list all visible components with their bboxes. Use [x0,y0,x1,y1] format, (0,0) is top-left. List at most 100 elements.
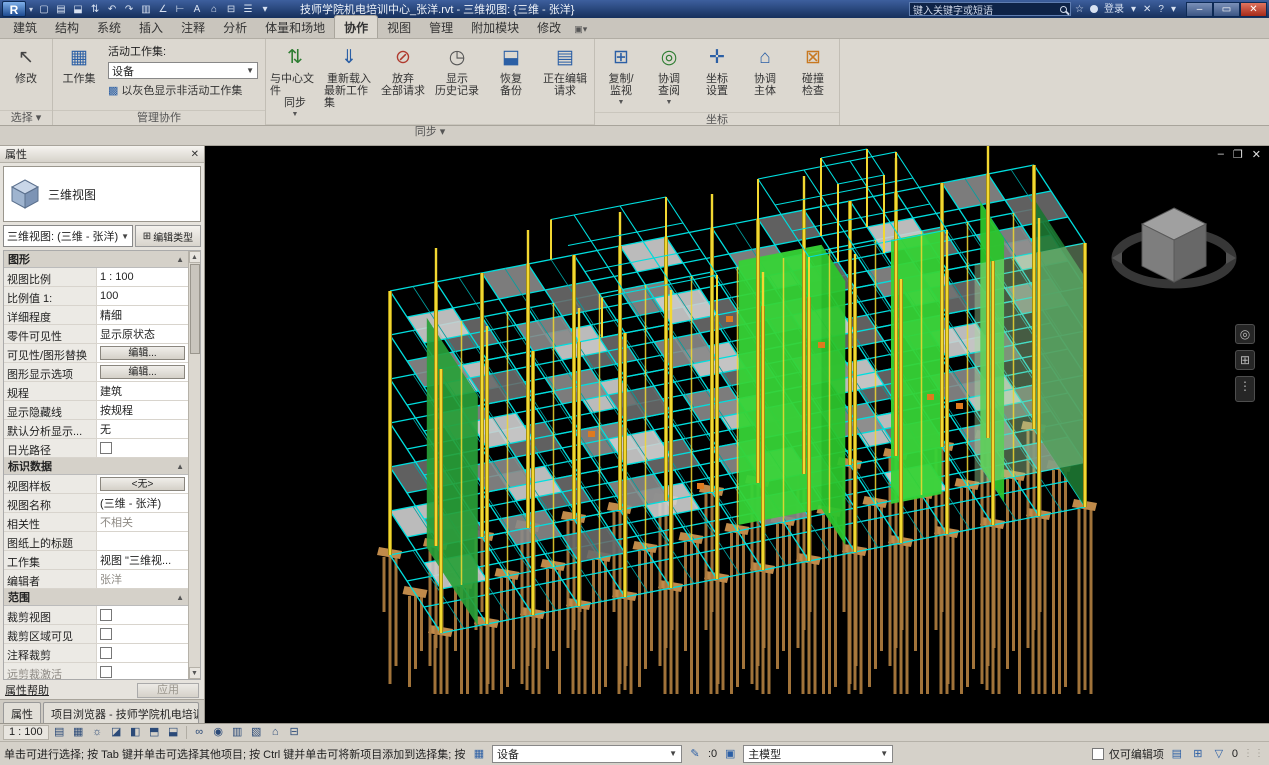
property-value[interactable] [96,439,188,457]
view-minimize-icon[interactable]: – [1218,148,1224,161]
undo-icon[interactable]: ↶ [104,2,120,17]
panel-label-select[interactable]: 选择 ▾ [0,110,52,125]
steering-wheel-icon[interactable]: ◎ [1235,324,1255,344]
close-icon[interactable]: ✕ [191,149,199,160]
properties-section-header[interactable]: 图形▲ [4,251,188,268]
gray-inactive-worksets-toggle[interactable]: ▩ 以灰色显示非活动工作集 [108,82,258,98]
property-value[interactable]: <无> [96,475,188,493]
scroll-up-icon[interactable]: ▲ [189,251,201,263]
crop-view-icon[interactable]: ⬒ [146,725,163,740]
constraints-icon[interactable]: ⊟ [286,725,303,740]
property-checkbox[interactable] [100,609,112,621]
revit-logo[interactable]: R [2,1,26,17]
edit-type-button[interactable]: ⊞ 编辑类型 [135,225,201,247]
analytical-model-icon[interactable]: ⌂ [267,725,284,740]
detail-level-icon[interactable]: ▤ [51,725,68,740]
scroll-down-icon[interactable]: ▼ [189,667,201,679]
select-toggle-icon[interactable]: ⊞ [1190,747,1206,760]
new-icon[interactable]: ▢ [36,2,52,17]
properties-scrollbar[interactable]: ▲ ▼ [188,251,200,679]
property-value[interactable]: 视图 "三维视... [96,551,188,569]
thin-lines-icon[interactable]: ☰ [240,2,256,17]
tab-project-browser[interactable]: 项目浏览器 - 技师学院机电培训... [43,702,199,723]
editing-requests-icon[interactable]: ✎ [687,747,703,760]
save-icon[interactable]: ⬓ [70,2,86,17]
sun-path-icon[interactable]: ☼ [89,725,106,740]
view-scale-button[interactable]: 1 : 100 [3,725,49,740]
property-checkbox[interactable] [100,666,112,678]
editable-only-checkbox[interactable] [1092,748,1104,760]
property-edit-button[interactable]: <无> [100,477,185,491]
section-icon[interactable]: ⊟ [223,2,239,17]
tab-addins[interactable]: 附加模块 [462,16,528,38]
release-worksets-icon[interactable]: ▤ [1169,747,1185,760]
print-icon[interactable]: ▥ [138,2,154,17]
property-value[interactable] [96,606,188,624]
navbar-options-icon[interactable]: ⋮ [1235,376,1255,402]
worksets-button[interactable]: ▦ 工作集 [56,41,102,108]
infocenter-search-input[interactable]: 键入关键字或短语 [909,2,1071,16]
tab-annotate[interactable]: 注释 [172,16,214,38]
scrollbar-thumb[interactable] [190,264,200,354]
rendering-icon[interactable]: ◧ [127,725,144,740]
coordination-review-button[interactable]: ◎ 协调 查阅 ▼ [646,41,692,110]
apply-button[interactable]: 应用 [137,683,199,698]
type-selector[interactable]: 三维视图 [3,166,201,222]
active-workset-dropdown[interactable]: 设备 ▼ [492,745,682,763]
tab-insert[interactable]: 插入 [130,16,172,38]
search-icon[interactable] [1060,6,1067,13]
temporary-view-properties-icon[interactable]: ▧ [248,725,265,740]
view-close-icon[interactable]: ✕ [1252,148,1261,161]
property-value[interactable] [96,663,188,680]
sync-to-central-button[interactable]: ⇅ 与中心文件 同步 ▼ [269,41,321,122]
active-workset-select[interactable]: 设备 ▼ [108,62,258,79]
tab-analyze[interactable]: 分析 [214,16,256,38]
properties-header[interactable]: 属性 ✕ [0,146,204,163]
measure-icon[interactable]: ∠ [155,2,171,17]
worksharing-display-icon[interactable]: ▥ [229,725,246,740]
redo-icon[interactable]: ↷ [121,2,137,17]
sign-in-arrow-icon[interactable]: ▾ [1128,2,1139,17]
instance-selector[interactable]: 三维视图: (三维 - 张洋) ▼ [3,225,133,247]
property-edit-button[interactable]: 编辑... [100,365,185,379]
viewcube[interactable] [1109,194,1239,306]
tab-modify[interactable]: 修改 [528,16,570,38]
view-restore-icon[interactable]: ❐ [1233,148,1243,161]
properties-help-link[interactable]: 属性帮助 [5,682,49,698]
tab-collaborate[interactable]: 协作 [334,15,378,38]
crop-region-visible-icon[interactable]: ⬓ [165,725,182,740]
show-history-button[interactable]: ◷ 显示 历史记录 [431,41,483,122]
zoom-tool-icon[interactable]: ⊞ [1235,350,1255,370]
restore-backup-button[interactable]: ⬓ 恢复 备份 [485,41,537,122]
property-checkbox[interactable] [100,647,112,659]
filter-icon[interactable]: ▽ [1211,747,1227,760]
app-menu-arrow-icon[interactable]: ▾ [27,5,35,14]
property-value[interactable]: 显示原状态 [96,325,188,343]
maximize-button[interactable]: ▭ [1213,2,1240,17]
tab-massing-site[interactable]: 体量和场地 [256,16,334,38]
copy-monitor-button[interactable]: ⊞ 复制/ 监视 ▼ [598,41,644,110]
design-options-dropdown[interactable]: 主模型 ▼ [743,745,893,763]
interference-check-button[interactable]: ⊠ 碰撞 检查 [790,41,836,110]
property-value[interactable]: 不相关 [96,513,188,531]
properties-section-header[interactable]: 标识数据▲ [4,458,188,475]
property-value[interactable]: 建筑 [96,382,188,400]
tab-systems[interactable]: 系统 [88,16,130,38]
ribbon-state-toggle-icon[interactable]: ▣▾ [570,24,591,38]
reload-latest-button[interactable]: ⇓ 重新载入 最新工作集 [323,41,375,122]
open-icon[interactable]: ▤ [53,2,69,17]
modify-button[interactable]: ↖ 修改 [3,41,49,108]
reveal-hidden-icon[interactable]: ◉ [210,725,227,740]
property-value[interactable]: 按规程 [96,401,188,419]
property-value[interactable]: 张洋 [96,570,188,588]
text-icon[interactable]: A [189,2,205,17]
reconcile-hosting-button[interactable]: ⌂ 协调 主体 [742,41,788,110]
section-collapse-icon[interactable]: ▲ [176,593,184,602]
help-arrow-icon[interactable]: ▾ [1168,2,1179,17]
editing-requests-button[interactable]: ▤ 正在编辑 请求 [539,41,591,122]
property-value[interactable]: 100 [96,287,188,305]
property-value[interactable] [96,625,188,643]
tab-properties-palette[interactable]: 属性 [3,702,41,723]
temporary-hide-isolate-icon[interactable]: ∞ [191,725,208,740]
property-value[interactable] [96,532,188,550]
